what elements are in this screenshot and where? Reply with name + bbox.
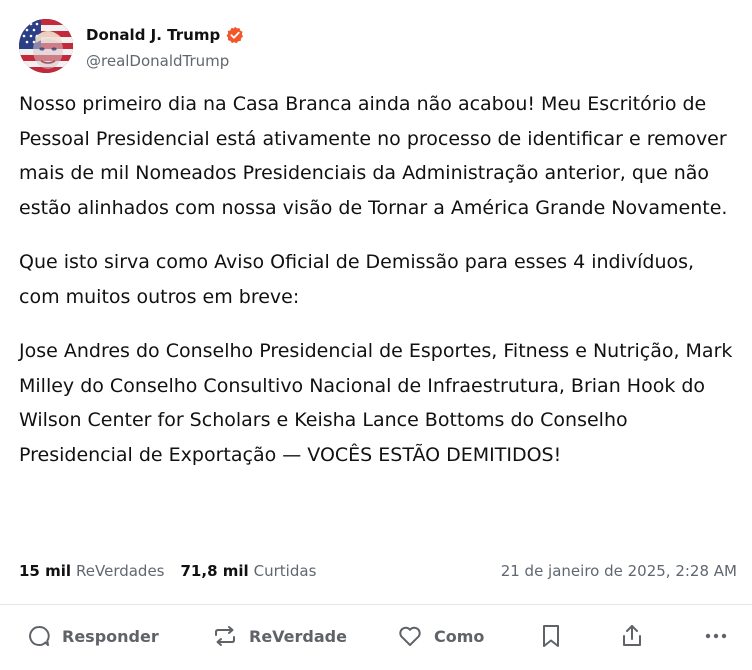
author-handle[interactable]: @realDonaldTrump [86, 52, 244, 70]
verified-badge-icon [226, 26, 244, 43]
reply-button[interactable]: Responder [27, 621, 159, 651]
bookmark-icon [543, 625, 559, 647]
likes-count[interactable]: 71,8 mil [181, 562, 249, 580]
post-body: Nosso primeiro dia na Casa Branca ainda … [19, 87, 739, 492]
avatar[interactable] [19, 19, 73, 73]
more-icon [705, 633, 727, 639]
reposts-label[interactable]: ReVerdades [76, 562, 164, 580]
like-button[interactable]: Como [397, 621, 484, 651]
post-paragraph: Que isto sirva como Aviso Oficial de Dem… [19, 251, 695, 308]
post-stats: 15 mil ReVerdades 71,8 mil Curtidas 21 d… [19, 559, 737, 583]
post-header: Donald J. Trump @realDonaldTrump [19, 19, 244, 73]
reposts-count[interactable]: 15 mil [19, 562, 71, 580]
repost-button[interactable]: ReVerdade [212, 621, 347, 651]
comment-icon [29, 626, 50, 646]
reply-label: Responder [62, 626, 159, 646]
post-paragraph: Jose Andres do Conselho Presidencial de … [19, 340, 733, 466]
post-timestamp[interactable]: 21 de janeiro de 2025, 2:28 AM [501, 562, 737, 580]
repost-label: ReVerdade [249, 626, 347, 646]
post-paragraph: Nosso primeiro dia na Casa Branca ainda … [19, 93, 728, 219]
author-display-name[interactable]: Donald J. Trump [86, 26, 220, 44]
like-label: Como [434, 626, 485, 646]
action-bar: Responder ReVerdade Como [0, 605, 752, 670]
author-names: Donald J. Trump @realDonaldTrump [86, 23, 244, 70]
likes-label[interactable]: Curtidas [254, 562, 317, 580]
share-button[interactable] [620, 621, 644, 651]
more-options-button[interactable] [703, 621, 729, 651]
bookmark-button[interactable] [540, 621, 562, 651]
repost-icon [215, 626, 235, 646]
share-icon [623, 625, 641, 646]
heart-icon [399, 626, 421, 646]
